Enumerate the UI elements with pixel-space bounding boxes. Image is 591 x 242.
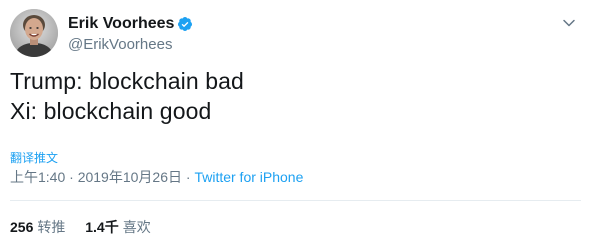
author-block: Erik Voorhees @ErikVoorhees	[68, 14, 193, 53]
tweet-text-line: Trump: blockchain bad	[10, 68, 244, 94]
divider	[10, 200, 581, 201]
meta-separator: ·	[181, 169, 195, 185]
tweet-text-line: Xi: blockchain good	[10, 98, 212, 124]
verified-badge-icon	[177, 16, 193, 32]
chevron-down-icon[interactable]	[562, 16, 576, 30]
author-display-name[interactable]: Erik Voorhees	[68, 15, 174, 33]
retweets-label: 转推	[37, 219, 66, 235]
tweet-text: Trump: blockchain bad Xi: blockchain goo…	[10, 66, 244, 126]
retweets-stat[interactable]: 256 转推	[10, 217, 65, 237]
tweet-card: Erik Voorhees @ErikVoorhees Trump: block…	[0, 0, 591, 242]
avatar-photo	[10, 9, 58, 57]
avatar[interactable]	[10, 9, 58, 57]
source-link[interactable]: Twitter for iPhone	[194, 169, 303, 185]
tweet-meta: 上午1:40 · 2019年10月26日 · Twitter for iPhon…	[10, 167, 303, 187]
likes-label: 喜欢	[122, 219, 151, 235]
retweets-count: 256	[10, 219, 34, 235]
translate-tweet-link[interactable]: 翻译推文	[10, 149, 58, 166]
author-handle[interactable]: @ErikVoorhees	[68, 36, 193, 53]
timestamp[interactable]: 上午1:40 · 2019年10月26日	[10, 169, 182, 185]
name-row: Erik Voorhees	[68, 14, 193, 34]
likes-stat[interactable]: 1.4千 喜欢	[85, 217, 150, 237]
likes-count: 1.4千	[85, 219, 119, 235]
tweet-stats: 256 转推 1.4千 喜欢	[10, 217, 151, 237]
